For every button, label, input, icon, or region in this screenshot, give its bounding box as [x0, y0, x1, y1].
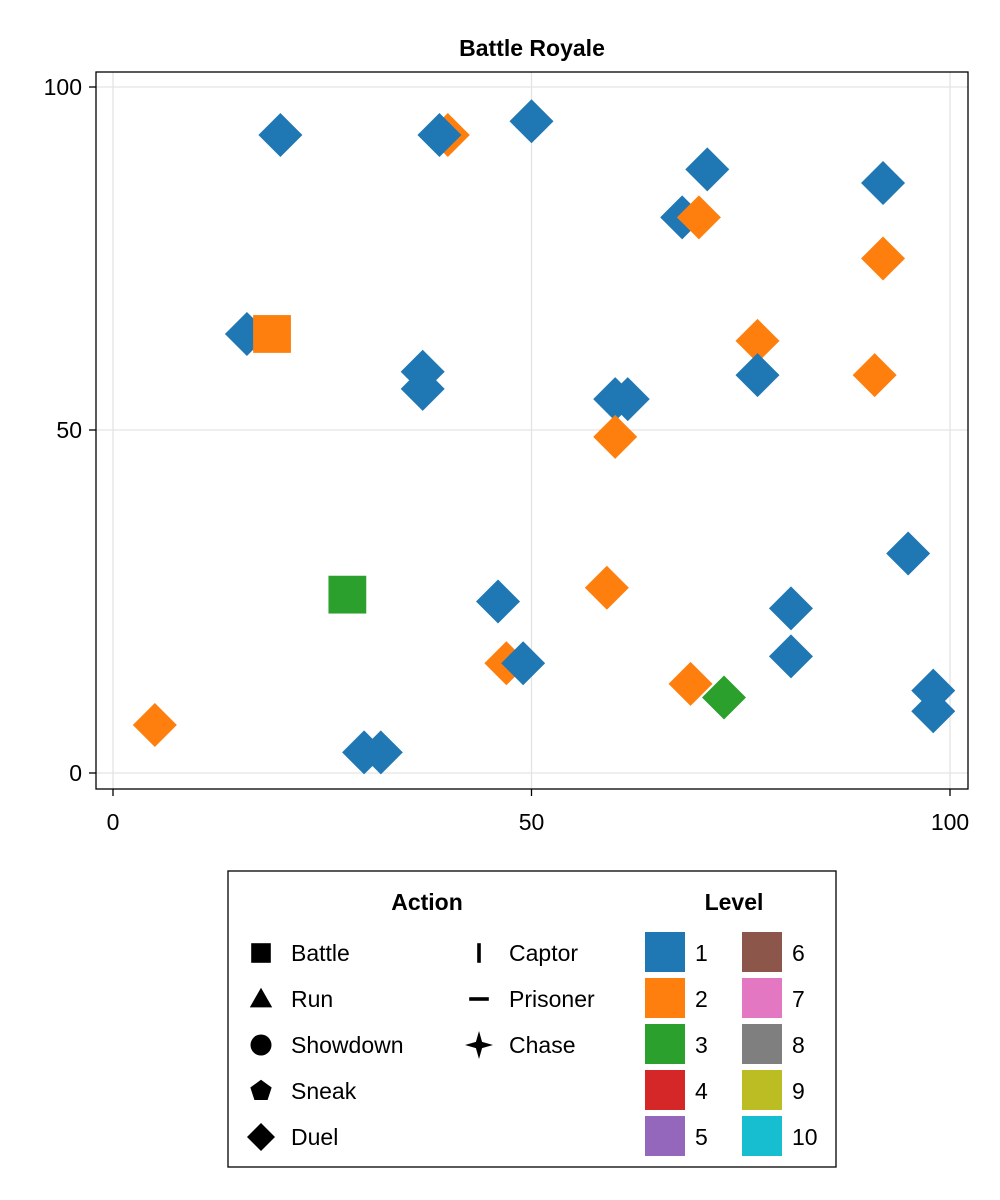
legend-captor-icon: [477, 943, 481, 963]
legend-action-label: Battle: [291, 940, 350, 966]
data-point-duel-level-1: [476, 579, 521, 624]
legend-action-label: Showdown: [291, 1032, 404, 1058]
data-point-duel-level-2: [593, 414, 638, 459]
data-point-duel-level-1: [509, 99, 554, 144]
y-tick-label: 0: [69, 760, 82, 786]
legend-level-label: 5: [695, 1124, 708, 1150]
legend-level-2-swatch: [645, 978, 685, 1018]
legend-action-label: Run: [291, 986, 333, 1012]
legend-level-label: 8: [792, 1032, 805, 1058]
legend-level-4-swatch: [645, 1070, 685, 1110]
legend-level-label: 4: [695, 1078, 708, 1104]
data-point-battle-level-2: [253, 315, 291, 353]
legend-battle-icon: [251, 943, 271, 963]
legend-level-label: 6: [792, 940, 805, 966]
legend-action-label: Prisoner: [509, 986, 595, 1012]
legend-level-label: 10: [792, 1124, 818, 1150]
data-point-duel-level-2: [132, 702, 177, 747]
legend-showdown-icon: [250, 1034, 272, 1056]
data-point-duel-level-1: [685, 147, 730, 192]
data-point-duel-level-1: [258, 113, 303, 158]
data-point-duel-level-1: [768, 586, 813, 631]
legend-level-10-swatch: [742, 1116, 782, 1156]
axis-ticks: 0 50 100 0 50 100: [44, 74, 970, 835]
legend-prisoner-icon: [469, 997, 489, 1001]
data-point-duel-level-2: [584, 565, 629, 610]
x-tick-label: 100: [931, 809, 969, 835]
data-point-duel-level-1: [886, 531, 931, 576]
y-tick-label: 50: [56, 417, 82, 443]
chart-title: Battle Royale: [459, 35, 605, 61]
data-point-battle-level-3: [328, 575, 367, 614]
legend-action-label: Sneak: [291, 1078, 357, 1104]
legend-level-label: 9: [792, 1078, 805, 1104]
data-points: [132, 99, 956, 775]
data-point-duel-level-2: [852, 353, 897, 398]
legend-level-3-swatch: [645, 1024, 685, 1064]
legend-level-label: 1: [695, 940, 708, 966]
legend-level-8-swatch: [742, 1024, 782, 1064]
legend-level-label: 3: [695, 1032, 708, 1058]
y-tick-label: 100: [44, 74, 82, 100]
data-point-duel-level-2: [861, 236, 906, 281]
legend-level-5-swatch: [645, 1116, 685, 1156]
legend-level-title: Level: [705, 889, 764, 915]
legend-level-7-swatch: [742, 978, 782, 1018]
legend-level-9-swatch: [742, 1070, 782, 1110]
legend-level-label: 7: [792, 986, 805, 1012]
legend-action-title: Action: [391, 889, 463, 915]
x-tick-label: 0: [107, 809, 120, 835]
legend-level-6-swatch: [742, 932, 782, 972]
x-tick-label: 50: [519, 809, 545, 835]
data-point-duel-level-1: [768, 634, 813, 679]
legend-level-1-swatch: [645, 932, 685, 972]
scatter-chart: Battle Royale 0 50 100050100 Action Level …: [44, 35, 970, 1168]
legend-action-label: Chase: [509, 1032, 575, 1058]
legend-action-label: Duel: [291, 1124, 338, 1150]
data-point-duel-level-1: [417, 113, 462, 158]
legend-level-label: 2: [695, 986, 708, 1012]
data-point-duel-level-1: [861, 161, 906, 206]
grid: [96, 72, 968, 789]
data-point-duel-level-1: [735, 353, 780, 398]
legend-action-label: Captor: [509, 940, 578, 966]
